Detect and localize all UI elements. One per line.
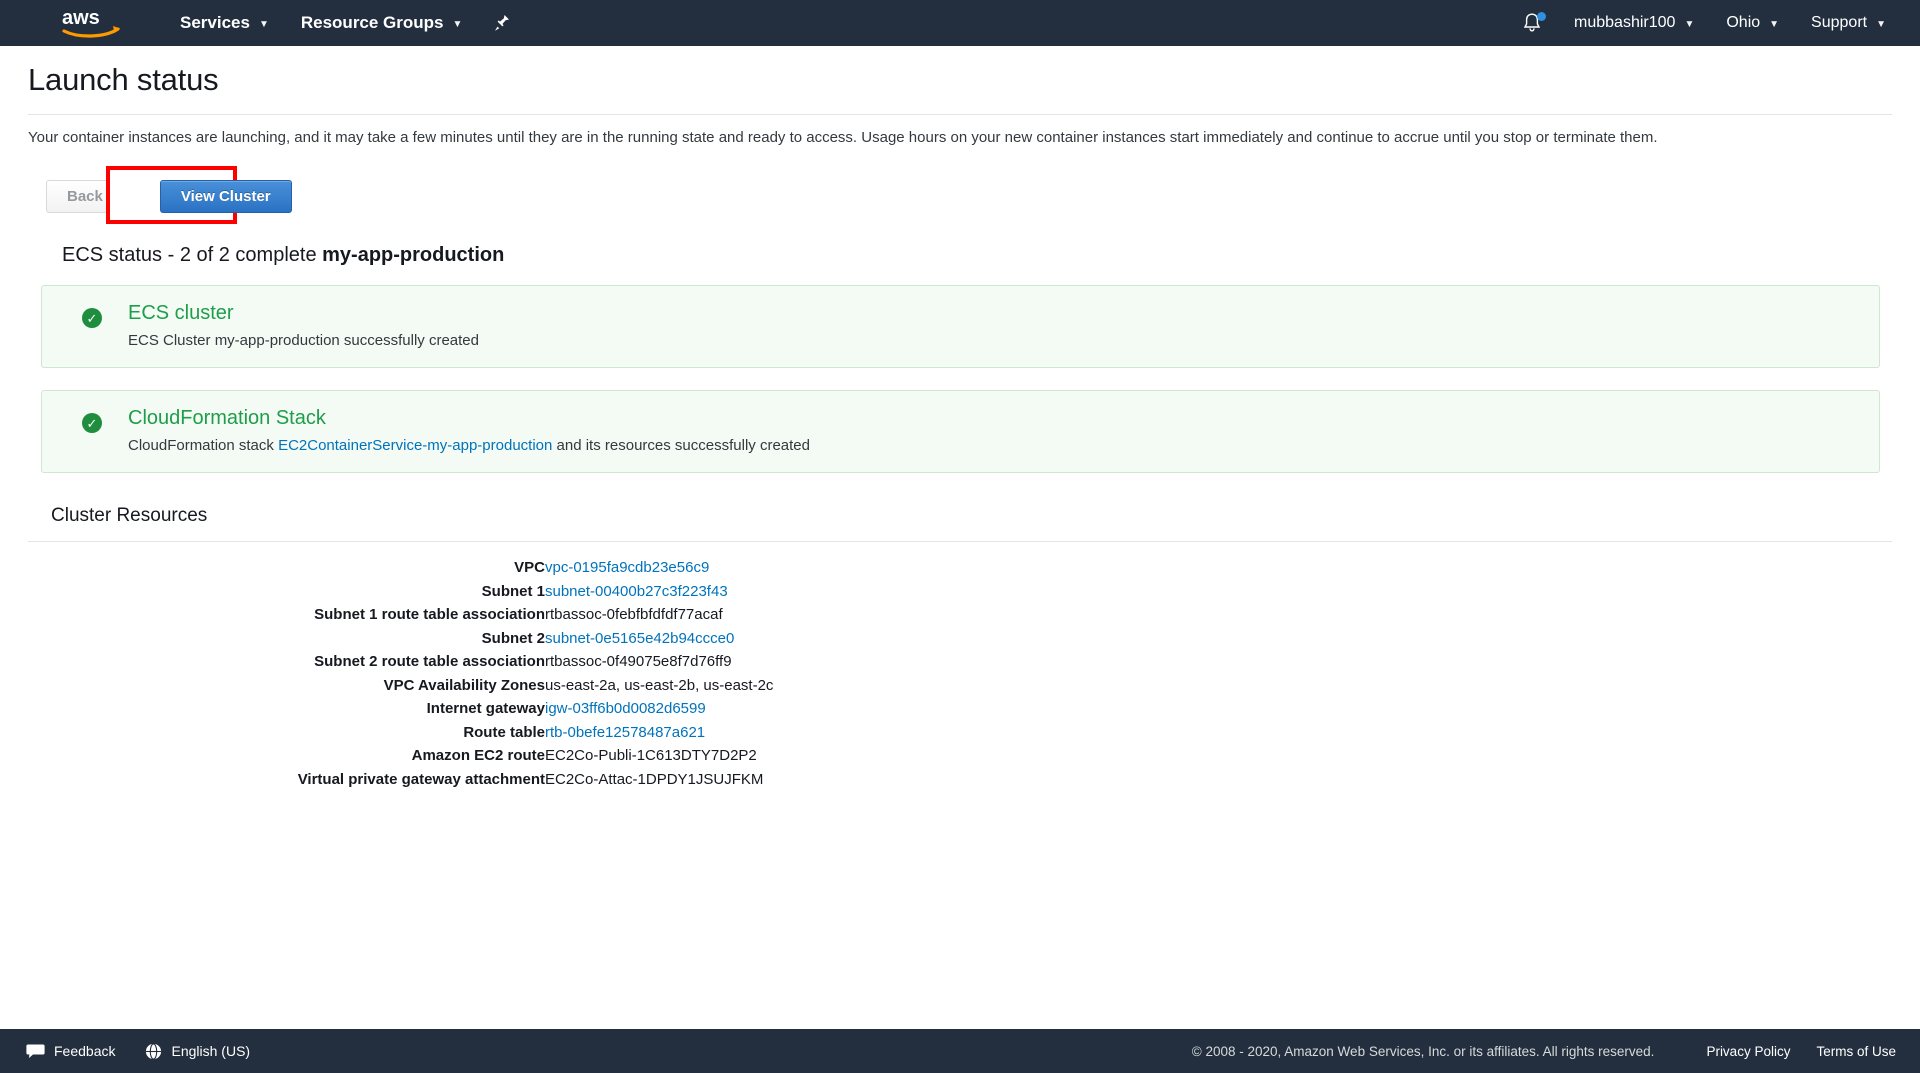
nav-resource-groups-menu[interactable]: Resource Groups ▼ (285, 0, 479, 46)
ecs-status-heading-prefix: ECS status - 2 of 2 complete (62, 244, 323, 266)
resource-value-link[interactable]: vpc-0195fa9cdb23e56c9 (545, 559, 709, 576)
cluster-resources-table-body: VPC vpc-0195fa9cdb23e56c9 Subnet 1 subne… (0, 556, 1920, 791)
page-title: Launch status (28, 62, 219, 97)
resource-value: rtbassoc-0f49075e8f7d76ff9 (545, 653, 732, 670)
resource-value: igw-03ff6b0d0082d6599 (545, 697, 1920, 721)
ecs-status-cluster-name: my-app-production (322, 244, 505, 266)
check-circle-icon: ✓ (82, 413, 102, 433)
status-panel-body: CloudFormation Stack CloudFormation stac… (128, 407, 1861, 454)
resource-label: Route table (463, 723, 545, 741)
table-row: Subnet 1 route table association rtbasso… (0, 603, 1920, 627)
copyright-text: © 2008 - 2020, Amazon Web Services, Inc.… (1191, 1043, 1655, 1059)
footer-left-group: Feedback English (US) (26, 1042, 280, 1060)
status-panel-description: ECS Cluster my-app-production successful… (128, 332, 1861, 349)
feedback-button[interactable]: Feedback (26, 1043, 115, 1059)
chevron-down-icon: ▼ (1876, 18, 1886, 30)
table-row: VPC Availability Zones us-east-2a, us-ea… (0, 674, 1920, 698)
globe-icon (145, 1042, 162, 1060)
resource-value: vpc-0195fa9cdb23e56c9 (545, 556, 1920, 580)
table-row: Subnet 2 subnet-0e5165e42b94ccce0 (0, 627, 1920, 651)
language-selector[interactable]: English (US) (145, 1042, 251, 1060)
table-row: VPC vpc-0195fa9cdb23e56c9 (0, 556, 1920, 580)
aws-logo-icon[interactable]: aws (58, 0, 128, 46)
resource-value-link[interactable]: subnet-0e5165e42b94ccce0 (545, 630, 734, 647)
status-panel-ecs-cluster: ✓ ECS cluster ECS Cluster my-app-product… (41, 285, 1880, 368)
resource-value-link[interactable]: igw-03ff6b0d0082d6599 (545, 700, 706, 717)
resource-label: Internet gateway (426, 700, 545, 717)
page-footer: Feedback English (US) © 2008 - 2020, Ama… (0, 1029, 1920, 1073)
nav-account-label: mubbashir100 (1574, 14, 1676, 31)
resource-label: Virtual private gateway attachment (297, 770, 545, 788)
resource-label: Subnet 2 (481, 629, 545, 647)
nav-support-menu[interactable]: Support ▼ (1795, 0, 1902, 46)
resource-value: EC2Co-Attac-1DPDY1JSUJFKM (545, 770, 764, 788)
resource-value: rtbassoc-0febfbfdfdf77acaf (545, 606, 723, 623)
resource-label: Subnet 2 route table association (314, 653, 545, 670)
resource-label: Subnet 1 (481, 582, 545, 600)
nav-account-menu[interactable]: mubbashir100 ▼ (1558, 0, 1710, 46)
resource-value: us-east-2a, us-east-2b, us-east-2c (545, 676, 774, 694)
nav-services-label: Services (180, 13, 250, 32)
status-panel-cloudformation-stack: ✓ CloudFormation Stack CloudFormation st… (41, 390, 1880, 473)
status-panel-title: ECS cluster (128, 302, 234, 324)
language-label: English (US) (171, 1043, 251, 1059)
nav-region-label: Ohio (1726, 14, 1761, 31)
launch-status-page: aws Services ▼ Resource Groups ▼ mubbash… (0, 0, 1920, 1073)
nav-services-menu[interactable]: Services ▼ (164, 0, 285, 46)
table-row: Virtual private gateway attachment EC2Co… (0, 768, 1920, 792)
chevron-down-icon: ▼ (1684, 18, 1695, 30)
cluster-resources-heading: Cluster Resources (51, 505, 208, 526)
resource-value-link[interactable]: subnet-00400b27c3f223f43 (545, 583, 728, 600)
action-buttons-row: Back View Cluster (46, 166, 1920, 224)
table-row: Route table rtb-0befe12578487a621 (0, 721, 1920, 745)
check-circle-icon: ✓ (82, 308, 102, 328)
table-row: Amazon EC2 route EC2Co-Publi-1C613DTY7D2… (0, 744, 1920, 768)
view-cluster-button[interactable]: View Cluster (159, 179, 292, 213)
cluster-resources-table: VPC vpc-0195fa9cdb23e56c9 Subnet 1 subne… (0, 556, 1920, 791)
title-divider (28, 114, 1892, 115)
resource-label: Amazon EC2 route (411, 747, 545, 764)
privacy-policy-link[interactable]: Privacy Policy (1706, 1044, 1790, 1059)
resource-label: Subnet 1 route table association (314, 606, 545, 623)
terms-of-use-link[interactable]: Terms of Use (1816, 1044, 1896, 1059)
page-description: Your container instances are launching, … (28, 129, 1658, 146)
status-panel-title: CloudFormation Stack (128, 407, 326, 429)
resource-label: VPC Availability Zones (383, 676, 545, 694)
notifications-bell-button[interactable] (1506, 0, 1558, 46)
resource-value: rtb-0befe12578487a621 (545, 721, 1920, 745)
svg-text:aws: aws (62, 8, 100, 29)
notification-badge-dot (1537, 12, 1547, 21)
nav-resource-groups-label: Resource Groups (300, 13, 444, 32)
nav-right-group: mubbashir100 ▼ Ohio ▼ Support ▼ (1506, 0, 1902, 46)
top-navigation-bar: aws Services ▼ Resource Groups ▼ mubbash… (0, 0, 1920, 46)
resource-value: subnet-00400b27c3f223f43 (545, 580, 1920, 604)
table-row: Internet gateway igw-03ff6b0d0082d6599 (0, 697, 1920, 721)
table-row: Subnet 2 route table association rtbasso… (0, 650, 1920, 674)
status-panel-body: ECS cluster ECS Cluster my-app-productio… (128, 302, 1861, 349)
pin-icon[interactable] (478, 0, 526, 46)
speech-bubble-icon (26, 1043, 45, 1059)
chevron-down-icon: ▼ (258, 18, 269, 30)
chevron-down-icon: ▼ (1769, 18, 1780, 30)
nav-left-group: aws Services ▼ Resource Groups ▼ (0, 0, 526, 46)
ecs-status-heading: ECS status - 2 of 2 complete my-app-prod… (62, 244, 1920, 267)
footer-right-group: © 2008 - 2020, Amazon Web Services, Inc.… (1192, 1044, 1896, 1059)
main-content: Launch status Your container instances a… (0, 62, 1920, 791)
nav-region-menu[interactable]: Ohio ▼ (1710, 0, 1795, 46)
cloudformation-stack-link[interactable]: EC2ContainerService-my-app-production (278, 437, 552, 454)
status-panel-text-after: and its resources successfully created (552, 437, 810, 454)
chevron-down-icon: ▼ (452, 18, 463, 30)
resource-label: VPC (514, 559, 545, 576)
table-row: Subnet 1 subnet-00400b27c3f223f43 (0, 580, 1920, 604)
resource-value-link[interactable]: rtb-0befe12578487a621 (545, 724, 705, 741)
nav-support-label: Support (1811, 14, 1868, 31)
status-panel-text-before: CloudFormation stack (128, 437, 279, 454)
feedback-label: Feedback (54, 1043, 116, 1059)
status-panel-text: ECS Cluster my-app-production successful… (128, 332, 479, 349)
resource-value: subnet-0e5165e42b94ccce0 (545, 627, 1920, 651)
resource-value: EC2Co-Publi-1C613DTY7D2P2 (545, 747, 757, 764)
cluster-resources-divider (28, 541, 1892, 542)
status-panel-description: CloudFormation stack EC2ContainerService… (128, 437, 1861, 454)
